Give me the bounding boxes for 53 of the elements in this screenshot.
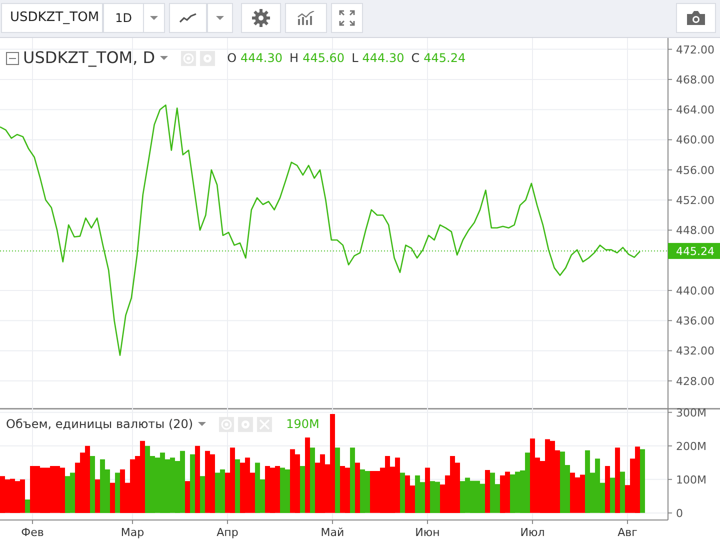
camera-icon: [686, 10, 706, 26]
caret-icon: [215, 15, 225, 21]
axis-label: 300M: [676, 408, 706, 420]
ohlc-label: H: [290, 50, 299, 67]
axis-label: 448.00: [676, 224, 714, 238]
ohlc-label: C: [411, 50, 420, 67]
axis-label: 440.00: [676, 284, 714, 298]
collapse-icon: [6, 52, 19, 64]
ohlc-value: 444.30: [362, 50, 404, 67]
axis-label: Май: [320, 526, 344, 539]
axis-label: Авг: [618, 526, 638, 539]
axis-label: Июн: [415, 526, 440, 539]
caret-icon: [149, 15, 159, 21]
last-price-badge: 445.24: [668, 242, 720, 259]
axis-label: 472.00: [676, 43, 714, 56]
axis-label: 452.00: [676, 194, 714, 208]
chart-type-button[interactable]: [169, 3, 207, 33]
ref-line-label: 445.24: [676, 244, 714, 258]
fullscreen-button[interactable]: [331, 3, 363, 33]
axis-label: 468.00: [676, 73, 714, 86]
axis-label: 436.00: [676, 314, 714, 328]
axis-label: 200M: [676, 440, 706, 453]
interval-dropdown-button[interactable]: [143, 3, 165, 33]
axis-label: Июл: [520, 526, 545, 539]
screenshot-button[interactable]: [676, 3, 716, 33]
axis-label: 432.00: [676, 344, 714, 358]
ohlc-value: 445.24: [424, 50, 466, 67]
settings-button[interactable]: [241, 3, 281, 33]
indicators-icon: [297, 11, 315, 25]
indicator-title: Объем, единицы валюты (20): [6, 416, 194, 433]
axis-label: 460.00: [676, 134, 714, 147]
caret-icon: [197, 421, 208, 427]
line-chart-icon: [179, 13, 197, 23]
axis-label: Апр: [216, 526, 238, 539]
axis-label: 464.00: [676, 104, 714, 117]
axis-label: Мар: [120, 526, 144, 539]
axis-label: 428.00: [676, 374, 714, 388]
axis-label: Фев: [21, 526, 44, 539]
interval-button[interactable]: 1D: [103, 3, 143, 33]
ohlc-label: O: [227, 50, 237, 67]
axis-label: 0: [676, 506, 683, 520]
chart-title: USDKZT_TOM, D: [23, 47, 156, 69]
symbol-field[interactable]: USDKZT_TOM: [1, 3, 103, 33]
caret-icon: [159, 55, 170, 61]
fullscreen-icon: [339, 10, 355, 26]
volume-value: 190M: [286, 416, 320, 433]
indicators-button[interactable]: [285, 3, 327, 33]
axis-label: 456.00: [676, 164, 714, 177]
settings-icon: [252, 9, 270, 27]
ohlc-value: 444.30: [240, 50, 283, 67]
axis-label: 100M: [676, 473, 706, 486]
ohlc-value: 445.60: [302, 50, 345, 67]
ohlc-label: L: [352, 50, 358, 67]
